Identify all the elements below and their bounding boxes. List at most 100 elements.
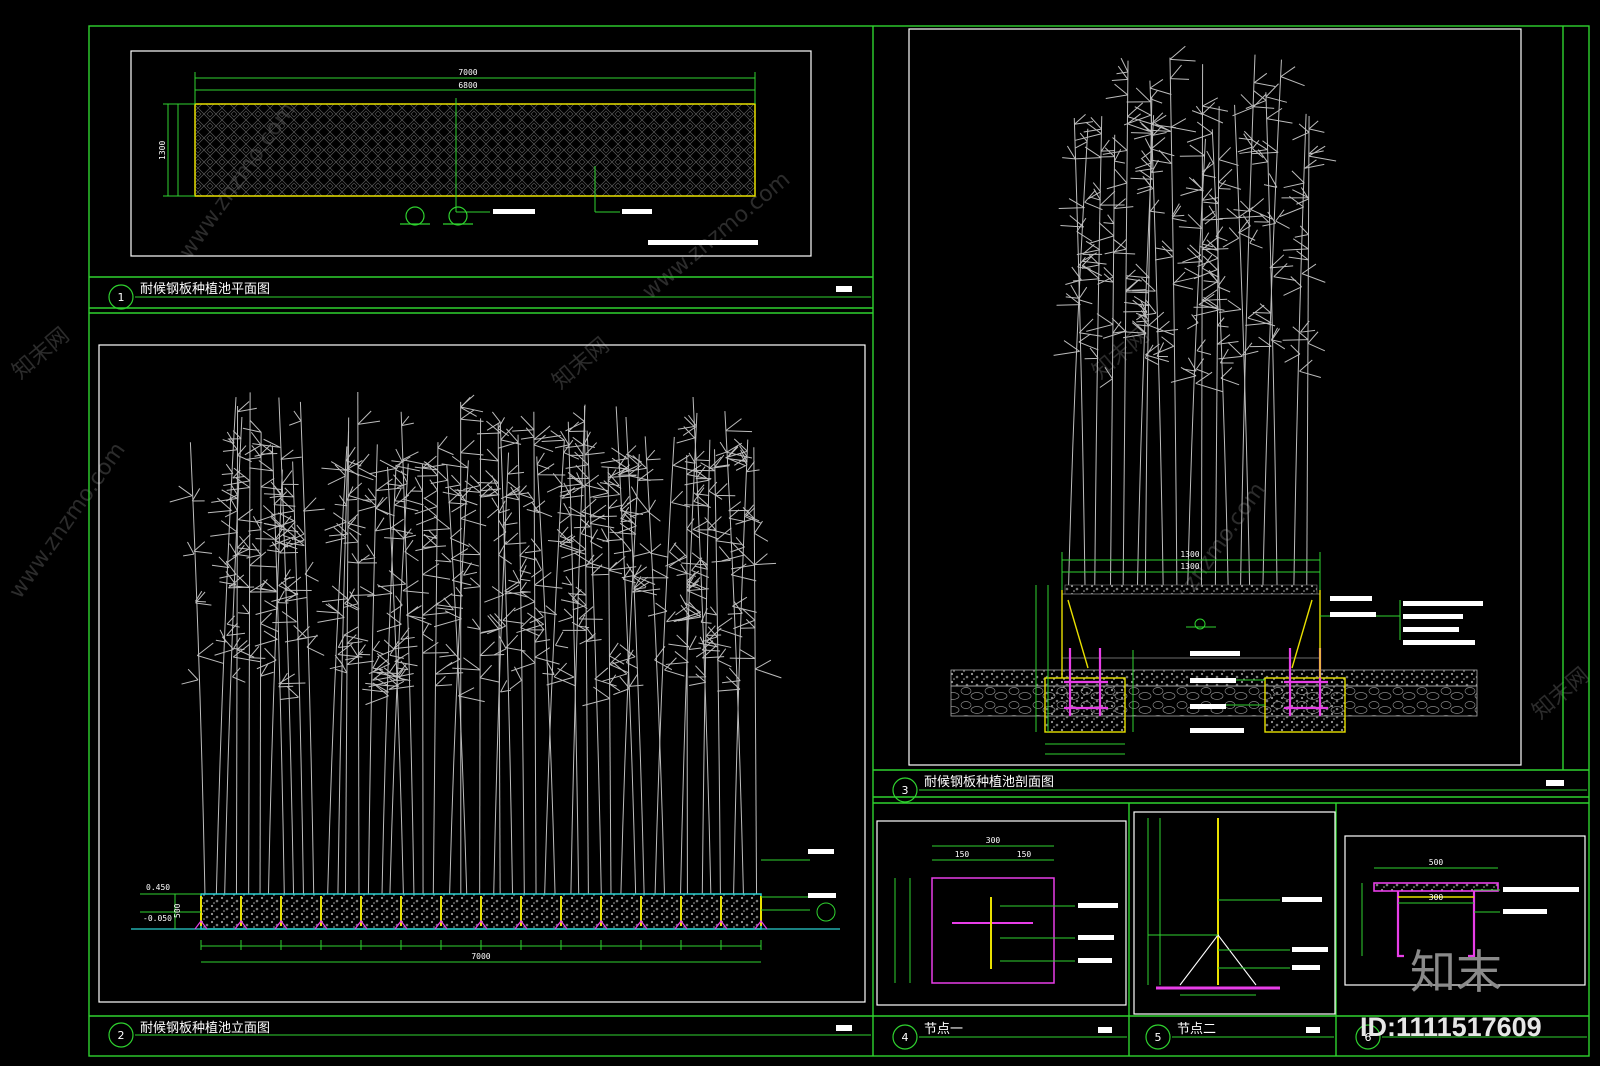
section-view: 1300 1300 <box>950 45 1483 755</box>
bamboo-leaf <box>1237 133 1253 153</box>
bamboo-leaf <box>467 618 481 630</box>
bamboo-leaf <box>237 401 257 413</box>
bamboo-leaf <box>211 489 238 503</box>
bamboo-leaf <box>278 576 299 596</box>
watermark-site-cn-4: 知末网 <box>1528 663 1595 725</box>
bamboo-leaf <box>538 605 558 616</box>
bamboo-leaf <box>728 509 746 523</box>
bamboo-leaf <box>1178 214 1203 229</box>
bamboo-leaf <box>1238 130 1254 141</box>
bamboo-leaf <box>278 672 294 688</box>
bamboo-leaf <box>350 586 375 597</box>
bamboo-leaf <box>377 639 395 658</box>
bamboo-leaf <box>327 464 346 486</box>
bamboo-leaf <box>533 425 561 440</box>
bamboo-leaf <box>620 498 644 515</box>
bamboo-leaf <box>1140 138 1153 160</box>
bamboo-leaf <box>1252 140 1264 159</box>
bamboo-leaf <box>306 634 325 656</box>
bamboo-leaf <box>583 431 595 449</box>
bamboo-leaf <box>1169 64 1190 80</box>
bamboo-stem <box>607 467 612 895</box>
bamboo-leaf <box>249 551 277 568</box>
bamboo-stem <box>724 411 744 895</box>
bamboo-leaf <box>621 563 635 579</box>
bamboo-stem <box>1265 92 1278 586</box>
bamboo-leaf <box>1269 254 1294 269</box>
node-1-detail: 300 150 150 <box>894 836 1118 984</box>
bamboo-leaf <box>1180 176 1203 196</box>
bamboo-leaf <box>578 614 590 629</box>
bamboo-leaf <box>629 673 644 687</box>
bamboo-leaf <box>725 418 753 433</box>
bamboo-leaf <box>504 584 529 595</box>
bamboo-leaf <box>280 449 302 460</box>
bamboo-leaf <box>591 564 610 576</box>
bamboo-leaf <box>401 416 414 427</box>
bamboo-leaf <box>391 448 403 463</box>
bamboo-leaf <box>522 491 535 508</box>
bamboo-leaf <box>435 675 453 687</box>
bamboo-leaf <box>647 602 668 617</box>
bamboo-leaf <box>260 477 283 491</box>
bamboo-leaf <box>1218 147 1239 166</box>
bamboo-leaf <box>1282 326 1309 341</box>
bamboo-stem <box>517 434 525 895</box>
bamboo-leaf <box>389 641 405 659</box>
bamboo-stem <box>1214 106 1220 586</box>
bamboo-leaf <box>1283 238 1309 251</box>
bamboo-leaf <box>1065 284 1079 299</box>
bamboo-leaf <box>402 451 430 466</box>
bamboo-leaf <box>493 635 507 656</box>
bamboo-leaf <box>590 529 603 549</box>
id-label: ID:1111517609 <box>1360 1012 1542 1042</box>
bamboo-leaf <box>302 497 325 512</box>
bamboo-leaf <box>414 497 438 515</box>
bamboo-leaf <box>505 532 527 545</box>
bamboo-leaf <box>347 482 372 503</box>
bamboo-leaf <box>714 483 736 497</box>
bamboo-leaf <box>500 680 512 693</box>
bamboo-leaf <box>321 461 347 471</box>
bamboo-leaf <box>1265 83 1288 103</box>
bamboo-leaf <box>530 557 542 578</box>
bamboo-leaf <box>1250 336 1272 348</box>
bamboo-stem <box>680 412 698 895</box>
bamboo-stem <box>432 442 439 895</box>
bamboo-leaf <box>1271 327 1282 343</box>
bamboo-leaf <box>1089 222 1115 244</box>
bamboo-leaf <box>415 533 438 552</box>
svg-text:4: 4 <box>902 1031 909 1044</box>
bamboo-leaf <box>729 649 756 660</box>
bamboo-leaf <box>210 520 239 537</box>
bamboo-leaf <box>561 575 573 586</box>
bamboo-leaf <box>1301 263 1326 283</box>
panel-title-4: 4 节点一 <box>892 1022 1127 1050</box>
bamboo-leaf <box>1296 187 1310 205</box>
bamboo-leaf <box>1062 145 1076 160</box>
bamboo-leaf <box>746 461 760 473</box>
bamboo-stem <box>1169 57 1178 586</box>
bamboo-leaf <box>1075 132 1088 149</box>
svg-text:3: 3 <box>902 784 909 797</box>
bamboo-leaf <box>1177 247 1203 264</box>
panel-title-5-text: 节点二 <box>1177 1022 1216 1037</box>
bamboo-leaf <box>665 651 689 665</box>
brand-watermark: 知末 <box>1410 945 1502 999</box>
bamboo-leaf <box>360 544 376 561</box>
bamboo-leaf <box>1222 227 1240 248</box>
bamboo-leaf <box>1241 342 1259 356</box>
bamboo-leaf <box>1149 199 1165 214</box>
bamboo-leaf <box>1245 90 1267 109</box>
bamboo-leaf <box>1266 107 1293 124</box>
bamboo-leaf <box>479 664 500 683</box>
bamboo-leaf <box>237 604 250 615</box>
bamboo-leaf <box>1060 215 1084 228</box>
bamboo-stem <box>421 464 424 895</box>
bamboo-leaf <box>1149 79 1172 96</box>
bamboo-leaf <box>273 491 296 507</box>
bamboo-leaf <box>284 625 308 643</box>
bamboo-leaf <box>437 597 454 611</box>
bamboo-leaf <box>260 662 274 677</box>
bamboo-leaf <box>1219 299 1242 313</box>
